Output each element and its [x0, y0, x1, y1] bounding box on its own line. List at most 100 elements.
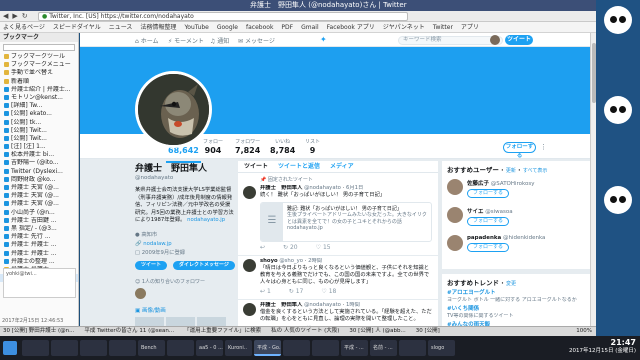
suggested-follow-button[interactable]: フォローする: [467, 217, 510, 226]
sidebar-bookmark-item[interactable]: 弁護士 弁護士 ...: [0, 241, 78, 249]
bookmark-toolbar-item[interactable]: ジヤパンネット: [383, 22, 425, 32]
tweet-author-name[interactable]: shoyo: [260, 258, 278, 264]
profile-avatar[interactable]: [135, 71, 212, 148]
compose-tweet-button[interactable]: ツイート: [505, 35, 533, 45]
address-bar[interactable]: ● Twitter, Inc. [US] https://twitter.com/…: [38, 12, 408, 21]
sidebar-bookmark-item[interactable]: 松本弁護士 bi...: [0, 151, 78, 159]
taskbar-item[interactable]: Bench: [138, 340, 165, 356]
sidebar-bookmark-item[interactable]: 吉野陽一 (@ito...: [0, 159, 78, 167]
suggested-user-avatar[interactable]: [447, 207, 463, 223]
follow-button[interactable]: フォローする: [503, 142, 536, 159]
tweet-avatar[interactable]: [243, 186, 256, 199]
back-icon[interactable]: ◀: [3, 12, 8, 20]
taskbar-item[interactable]: [399, 340, 426, 356]
timeline-tab[interactable]: メディア: [330, 161, 354, 172]
taskbar-item[interactable]: [312, 340, 339, 356]
sidebar-bookmark-item[interactable]: 弁護士 天宮 (@...: [0, 184, 78, 192]
taskbar-item[interactable]: 平成 - ...: [341, 340, 368, 356]
desktop-eyes-icon[interactable]: [604, 96, 632, 124]
sidebar-bookmark-item[interactable]: [公開] tk...: [0, 119, 78, 127]
sidebar-bookmark-item[interactable]: [公開] Twit...: [0, 135, 78, 143]
sidebar-bookmark-item[interactable]: 弁護士 吉田鍵 ...: [0, 217, 78, 225]
profile-stat[interactable]: フォロワー 7,824: [235, 138, 260, 155]
bookmark-toolbar-item[interactable]: PDF: [281, 22, 293, 32]
tweet-time[interactable]: 2時間: [308, 258, 322, 264]
timeline-tab[interactable]: ツイート: [244, 161, 268, 172]
who-to-follow-see-all[interactable]: すべて表示: [523, 168, 547, 174]
statusbar-item[interactable]: 私の 人気のツイート (大阪): [271, 327, 339, 336]
tweet-to-button[interactable]: ツイート: [135, 260, 168, 270]
bookmark-toolbar-item[interactable]: アプリ: [461, 22, 479, 32]
sidebar-bookmark-item[interactable]: 弁護士 弁護士 ...: [0, 250, 78, 258]
trend-item[interactable]: #いくち関係 TV等の関係に関するツイート: [447, 306, 585, 319]
retweet-button[interactable]: ↻ 20: [283, 244, 298, 252]
bookmark-toolbar-item[interactable]: Twitter: [433, 22, 453, 32]
dm-button[interactable]: ダイレクトメッセージ: [173, 260, 235, 270]
tweet[interactable]: shoyo @sho_yo · 2時間 「晴日は今日よりもっと良くなるという価値観…: [238, 256, 438, 301]
statusbar-item[interactable]: 「運用上重要ファイル」に検索: [184, 327, 261, 336]
account-avatar[interactable]: [490, 35, 500, 45]
taskbar-item[interactable]: [167, 340, 194, 356]
bookmark-toolbar-item[interactable]: facebook: [246, 22, 273, 32]
twitter-bird-icon[interactable]: ✦: [320, 35, 330, 44]
bookmark-toolbar-item[interactable]: Google: [217, 22, 238, 32]
bookmark-toolbar-item[interactable]: スピードダイヤル: [53, 22, 101, 32]
suggested-user-name[interactable]: 佐藤広子: [467, 181, 489, 187]
media-link[interactable]: ▣ 画像/動画: [135, 306, 235, 314]
profile-bio-link[interactable]: nodahayato.jp: [187, 217, 225, 223]
sidebar-bookmark-item[interactable]: 弁護士 天宮 (@...: [0, 200, 78, 208]
tweet[interactable]: 弁護士 野田隼人 @nodahayato · 6月1日 続く！ 難状「おっぱいがほ…: [238, 183, 438, 257]
forward-icon[interactable]: ▶: [12, 12, 17, 20]
bookmark-toolbar-item[interactable]: 法務情報整理: [140, 22, 176, 32]
sidebar-bookmark-item[interactable]: [公開] Twit...: [0, 127, 78, 135]
sidebar-bookmark-item[interactable]: 弁護士 先行 ...: [0, 233, 78, 241]
taskbar-item[interactable]: Kuroni..: [225, 340, 252, 356]
tweet-avatar[interactable]: [243, 259, 256, 273]
tweet-time[interactable]: 1時間: [346, 302, 360, 308]
known-followers-label[interactable]: ☺ 1人の知り合いのフォロワー: [135, 278, 235, 285]
sidebar-bookmark-item[interactable]: モトリン@kenst...: [0, 94, 78, 102]
trend-item[interactable]: #アロエヨーグルト ヨーグルト ボトル 一緒に対する アロエヨーグルトなるか: [447, 290, 585, 303]
like-button[interactable]: ♡ 18: [321, 288, 336, 296]
reply-button[interactable]: ↩: [260, 244, 265, 252]
nav-notifications[interactable]: ♫ 通知: [210, 36, 229, 45]
timeline-tab[interactable]: ツイートと返信: [278, 161, 320, 172]
taskbar-clock[interactable]: 21:47 2017年12月15日 (金曜日): [569, 339, 636, 355]
nav-messages[interactable]: ✉ メッセージ: [238, 36, 275, 45]
suggested-user-avatar[interactable]: [447, 179, 463, 195]
nav-home[interactable]: ⌂ ホーム: [135, 36, 159, 45]
suggested-user-name[interactable]: papadenka: [467, 235, 501, 241]
bookmark-toolbar-item[interactable]: Gmail: [301, 22, 319, 32]
retweet-button[interactable]: ↻ 17: [289, 288, 304, 296]
suggested-user-avatar[interactable]: [447, 235, 463, 251]
taskbar-item[interactable]: aa5 - 0 ...: [196, 340, 223, 356]
sidebar-bookmark-item[interactable]: 弁護士の整理 ...: [0, 258, 78, 266]
taskbar-item[interactable]: [22, 340, 49, 356]
tweet-time[interactable]: 6月1日: [346, 185, 363, 191]
desktop-eyes-icon[interactable]: [604, 6, 632, 34]
tweet[interactable]: 弁護士 野田隼人 @nodahayato · 1時間 借金を良くするという方法とし…: [238, 300, 438, 326]
profile-screen-name[interactable]: @nodahayato: [135, 175, 235, 181]
sidebar-bookmark-item[interactable]: ブックマークツール: [0, 53, 78, 61]
bookmark-toolbar-item[interactable]: Facebook アプリ: [327, 22, 375, 32]
profile-stat[interactable]: フォロー 904: [203, 138, 223, 155]
suggested-follow-button[interactable]: フォローする: [467, 189, 510, 198]
sidebar-bookmark-item[interactable]: 新着順: [0, 78, 78, 86]
reload-icon[interactable]: ↻: [22, 12, 28, 20]
sidebar-bookmark-item[interactable]: [詳細] Tw...: [0, 102, 78, 110]
media-thumb[interactable]: [135, 316, 164, 326]
reply-button[interactable]: ↩ 1: [260, 288, 271, 296]
statusbar-item[interactable]: 平成 Twitterの皆さん 11 (@sean...: [84, 327, 174, 336]
bookmark-toolbar-item[interactable]: YouTube: [184, 22, 208, 32]
statusbar-item[interactable]: 30 [公開] 野田弁護士 (@n...: [3, 327, 74, 336]
who-to-follow-refresh[interactable]: 更新: [506, 168, 516, 174]
media-thumb[interactable]: [197, 316, 226, 326]
profile-stat[interactable]: いいね 8,784: [270, 138, 295, 155]
tweet-avatar[interactable]: [243, 303, 256, 317]
trends-change[interactable]: 変更: [506, 281, 516, 287]
nav-moments[interactable]: ⚡ モーメント: [168, 36, 204, 45]
sidebar-search-input[interactable]: [3, 44, 75, 51]
sidebar-bookmark-item[interactable]: Twitter (Dyslexi...: [0, 168, 78, 176]
sidebar-bookmark-item[interactable]: 岡野財政 @ko...: [0, 176, 78, 184]
search-input[interactable]: キーワード検索: [398, 36, 503, 45]
